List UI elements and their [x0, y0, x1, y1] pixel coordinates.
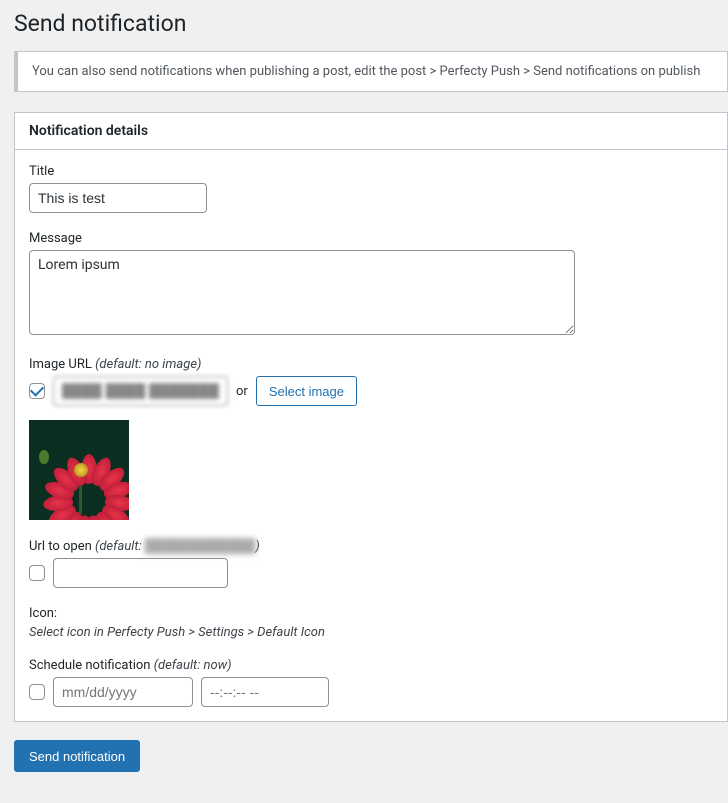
schedule-checkbox[interactable]	[29, 684, 45, 700]
url-to-open-hint: (default: ████████████)	[95, 539, 260, 554]
message-field-group: Message Lorem ipsum	[29, 231, 713, 339]
schedule-row	[29, 677, 713, 707]
image-url-checkbox[interactable]	[29, 383, 45, 399]
schedule-field-group: Schedule notification (default: now)	[29, 658, 713, 707]
panel-body: Title Message Lorem ipsum Image URL (def…	[15, 150, 727, 721]
schedule-hint: (default: now)	[154, 658, 232, 673]
schedule-label: Schedule notification (default: now)	[29, 658, 713, 673]
image-url-label-text: Image URL	[29, 357, 95, 372]
schedule-time-input[interactable]	[201, 677, 329, 707]
url-to-open-field-group: Url to open (default: ████████████)	[29, 538, 713, 588]
info-notice: You can also send notifications when pub…	[14, 51, 728, 92]
or-text: or	[236, 384, 248, 399]
image-url-hint: (default: no image)	[95, 357, 201, 372]
image-url-label: Image URL (default: no image)	[29, 357, 713, 372]
title-label: Title	[29, 164, 713, 179]
url-to-open-label: Url to open (default: ████████████)	[29, 538, 713, 554]
schedule-label-text: Schedule notification	[29, 658, 154, 673]
send-notification-button[interactable]: Send notification	[14, 740, 140, 772]
image-url-input[interactable]	[53, 376, 228, 406]
schedule-date-input[interactable]	[53, 677, 193, 707]
icon-field-group: Icon: Select icon in Perfecty Push > Set…	[29, 606, 713, 640]
notification-details-panel: Notification details Title Message Lorem…	[14, 112, 728, 722]
url-to-open-label-text: Url to open	[29, 539, 95, 554]
message-label: Message	[29, 231, 713, 246]
url-to-open-input[interactable]	[53, 558, 228, 588]
flower-stem	[79, 482, 82, 514]
image-url-field-group: Image URL (default: no image) or Select …	[29, 357, 713, 520]
message-textarea[interactable]: Lorem ipsum	[29, 250, 575, 335]
page-title: Send notification	[14, 10, 728, 37]
icon-label: Icon:	[29, 606, 713, 621]
title-field-group: Title	[29, 164, 713, 213]
url-to-open-row	[29, 558, 713, 588]
image-preview	[29, 420, 129, 520]
panel-header: Notification details	[15, 113, 727, 150]
image-url-row: or Select image	[29, 376, 713, 406]
title-input[interactable]	[29, 183, 207, 213]
icon-help-text: Select icon in Perfecty Push > Settings …	[29, 625, 713, 640]
select-image-button[interactable]: Select image	[256, 376, 357, 406]
flower-bud	[39, 450, 49, 464]
url-to-open-checkbox[interactable]	[29, 565, 45, 581]
